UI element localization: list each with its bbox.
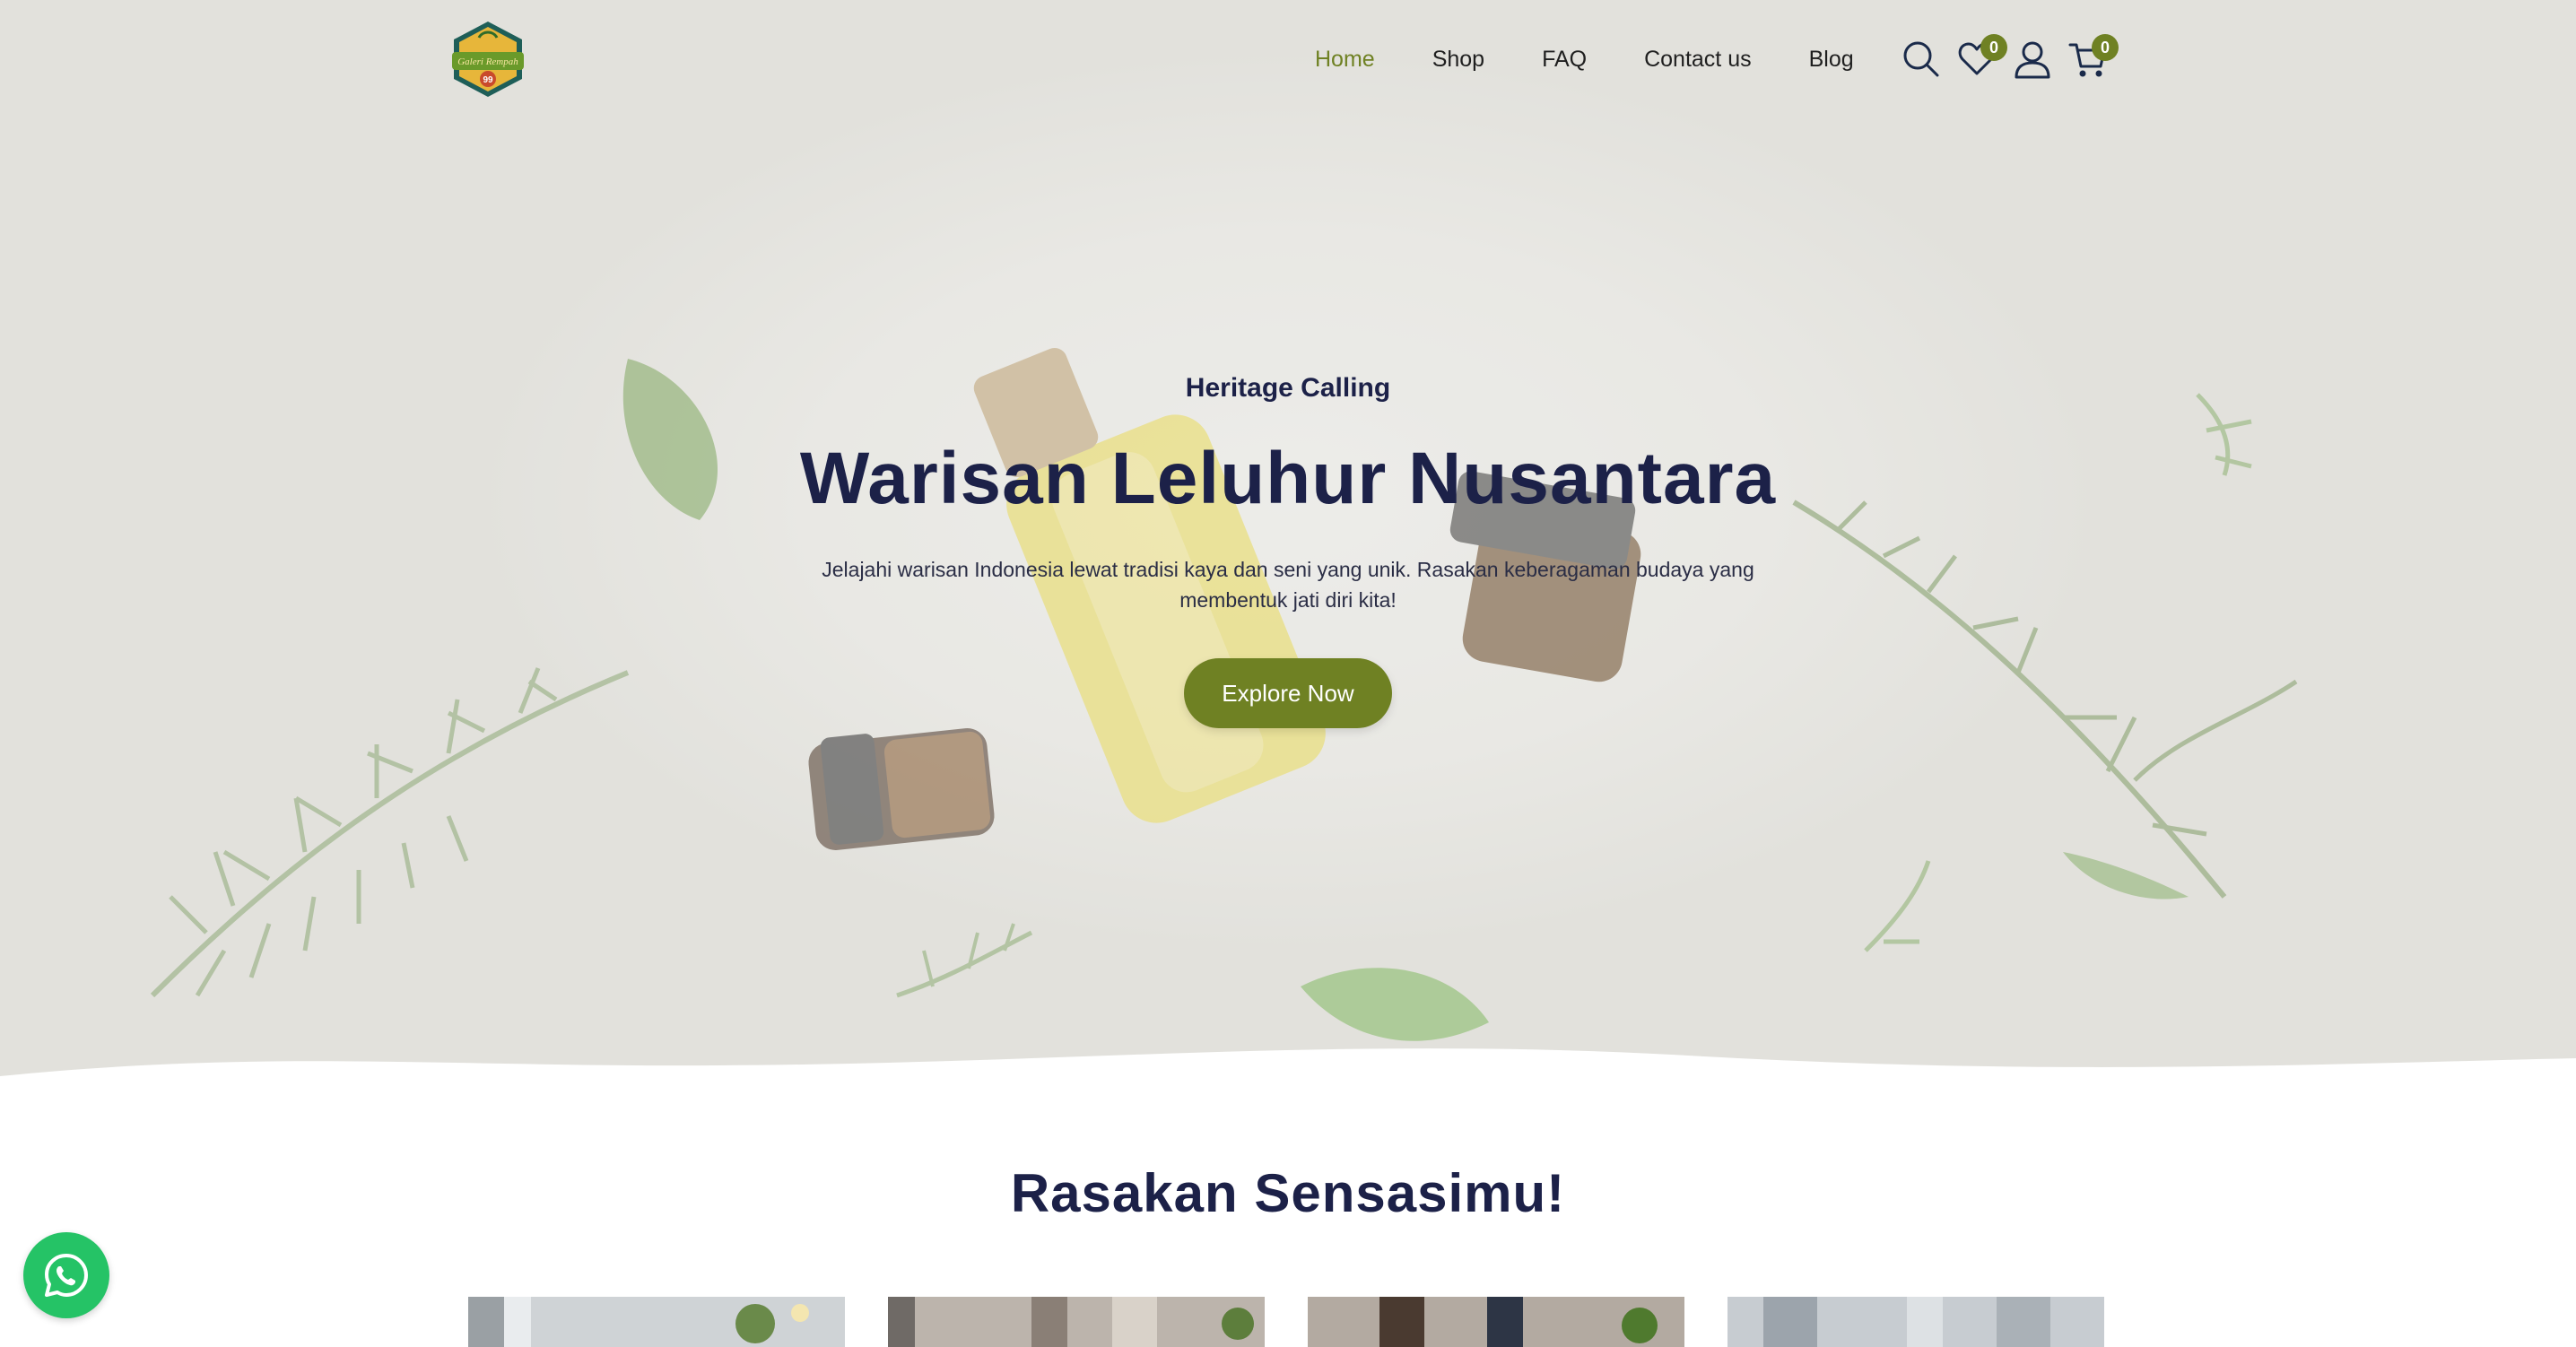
cart-count-badge: 0 (2092, 34, 2119, 61)
product-card-image (888, 1297, 1265, 1347)
account-button[interactable] (2009, 34, 2052, 84)
svg-text:Galeri Rempah: Galeri Rempah (457, 56, 518, 67)
product-card-image (1727, 1297, 2104, 1347)
hero-content: Heritage Calling Warisan Leluhur Nusanta… (750, 359, 1826, 728)
hero-title: Warisan Leluhur Nusantara (799, 438, 1777, 519)
wishlist-button[interactable]: 0 (1954, 34, 2007, 84)
site-header: Galeri Rempah 99 Home Shop FAQ Contact u… (0, 0, 2576, 117)
site-logo[interactable]: Galeri Rempah 99 (447, 18, 529, 100)
nav-faq[interactable]: FAQ (1542, 47, 1587, 73)
svg-text:99: 99 (483, 75, 493, 85)
nav-shop[interactable]: Shop (1432, 47, 1484, 73)
section-title: Rasakan Sensasimu! (1010, 1163, 1566, 1223)
whatsapp-icon (45, 1254, 88, 1297)
product-card[interactable] (888, 1297, 1265, 1347)
nav-home[interactable]: Home (1315, 47, 1375, 73)
cart-button[interactable]: 0 (2065, 34, 2119, 84)
product-card-image (468, 1297, 845, 1347)
logo-emblem-icon: Galeri Rempah 99 (452, 22, 524, 97)
whatsapp-button[interactable] (23, 1232, 109, 1318)
product-card[interactable] (468, 1297, 845, 1347)
wishlist-count-badge: 0 (1980, 34, 2007, 61)
explore-now-button[interactable]: Explore Now (1184, 658, 1392, 728)
hero-wave-divider (0, 1048, 2576, 1112)
product-card[interactable] (1727, 1297, 2104, 1347)
search-icon (1903, 41, 1939, 77)
hero-eyebrow: Heritage Calling (1185, 373, 1391, 403)
search-button[interactable] (1898, 34, 1941, 84)
nav-contact[interactable]: Contact us (1644, 47, 1752, 73)
product-card[interactable] (1308, 1297, 1684, 1347)
main-nav: Home Shop FAQ Contact us Blog (1315, 41, 1911, 77)
hero-description: Jelajahi warisan Indonesia lewat tradisi… (822, 558, 1754, 612)
user-icon (2015, 41, 2050, 79)
product-card-image (1308, 1297, 1684, 1347)
nav-blog[interactable]: Blog (1809, 47, 1854, 73)
